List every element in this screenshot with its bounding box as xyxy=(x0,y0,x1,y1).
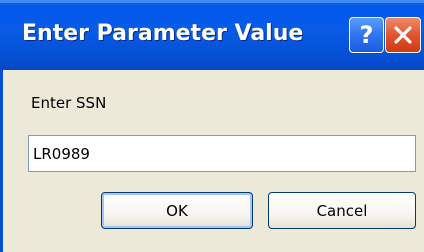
close-button[interactable] xyxy=(385,17,421,53)
ssn-input[interactable] xyxy=(28,135,416,172)
title-bar[interactable]: Enter Parameter Value ? xyxy=(0,0,424,70)
help-button[interactable]: ? xyxy=(349,17,384,53)
cancel-button[interactable]: Cancel xyxy=(268,192,416,229)
close-x-icon xyxy=(394,26,412,44)
dialog-title: Enter Parameter Value xyxy=(22,21,304,46)
question-mark-icon: ? xyxy=(359,21,374,49)
dialog-body: Enter SSN OK Cancel xyxy=(0,70,424,252)
parameter-dialog: Enter Parameter Value ? Enter SSN OK Can… xyxy=(0,0,424,252)
ok-button[interactable]: OK xyxy=(101,192,253,229)
prompt-label: Enter SSN xyxy=(31,94,107,112)
